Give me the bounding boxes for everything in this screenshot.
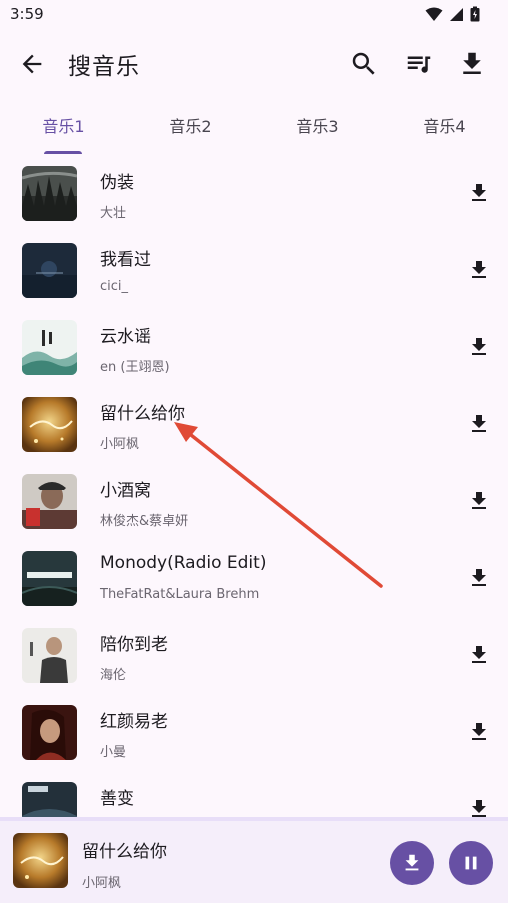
song-artist: 大壮 <box>100 206 127 221</box>
download-icon[interactable] <box>467 797 491 817</box>
list-item[interactable]: 云水谣 en (王翊恩) <box>0 309 508 386</box>
list-item[interactable]: 红颜易老 小曼 <box>0 694 508 771</box>
song-artist: 小曼 <box>100 745 127 760</box>
song-title: 小酒窝 <box>100 481 151 501</box>
song-artist: 小阿枫 <box>100 437 140 452</box>
signal-icon <box>450 7 463 21</box>
tab-music-3[interactable]: 音乐3 <box>254 108 381 154</box>
song-title: Monody(Radio Edit) <box>100 553 267 573</box>
list-item[interactable]: 我看过 cici_ <box>0 232 508 309</box>
song-title: 红颜易老 <box>100 712 168 732</box>
download-icon[interactable] <box>467 335 491 359</box>
page-title: 搜音乐 <box>68 54 140 80</box>
album-cover <box>22 320 77 375</box>
album-cover <box>22 551 77 606</box>
song-title: 留什么给你 <box>100 404 185 424</box>
album-cover <box>22 397 77 452</box>
tab-bar: 音乐1 音乐2 音乐3 音乐4 <box>0 108 508 154</box>
song-title: 我看过 <box>100 250 151 270</box>
song-artist: en (王翊恩) <box>100 360 170 375</box>
pause-icon <box>465 856 477 870</box>
download-icon[interactable] <box>467 181 491 205</box>
tab-music-2[interactable]: 音乐2 <box>127 108 254 154</box>
list-item[interactable]: 伪装 大壮 <box>0 155 508 232</box>
tab-music-4[interactable]: 音乐4 <box>381 108 508 154</box>
player-divider <box>0 817 508 821</box>
song-title: 云水谣 <box>100 327 151 347</box>
player-song-artist: 小阿枫 <box>82 876 122 891</box>
player-song-title: 留什么给你 <box>82 842 167 862</box>
list-item[interactable]: 小酒窝 林俊杰&蔡卓妍 <box>0 463 508 540</box>
song-artist: cici_ <box>100 279 129 294</box>
download-icon <box>405 854 419 871</box>
search-icon[interactable] <box>349 49 379 79</box>
album-cover <box>22 628 77 683</box>
song-title: 伪装 <box>100 173 134 193</box>
album-cover <box>22 243 77 298</box>
status-bar: 3:59 <box>0 0 508 30</box>
battery-icon <box>470 6 480 22</box>
download-icon[interactable] <box>467 720 491 744</box>
list-item[interactable]: 留什么给你 小阿枫 <box>0 386 508 463</box>
list-item[interactable]: Monody(Radio Edit) TheFatRat&Laura Brehm <box>0 540 508 617</box>
album-cover <box>22 474 77 529</box>
song-title: 陪你到老 <box>100 635 168 655</box>
album-cover <box>22 782 77 817</box>
download-icon[interactable] <box>467 566 491 590</box>
queue-music-icon[interactable] <box>404 49 434 79</box>
download-icon[interactable] <box>467 258 491 282</box>
list-item[interactable]: 陪你到老 海伦 <box>0 617 508 694</box>
download-icon[interactable] <box>467 412 491 436</box>
player-download-button[interactable] <box>390 841 434 885</box>
download-icon[interactable] <box>467 643 491 667</box>
download-icon[interactable] <box>457 49 487 79</box>
download-icon[interactable] <box>467 489 491 513</box>
list-item[interactable]: 善变 <box>0 771 508 817</box>
top-app-bar: 搜音乐 <box>0 30 508 98</box>
status-icons <box>425 6 480 22</box>
song-artist: TheFatRat&Laura Brehm <box>100 587 260 602</box>
song-artist: 林俊杰&蔡卓妍 <box>100 514 189 529</box>
mini-player[interactable]: 留什么给你 小阿枫 <box>0 817 508 903</box>
album-cover <box>22 166 77 221</box>
player-album-cover <box>13 833 68 888</box>
pause-button[interactable] <box>449 841 493 885</box>
back-arrow-icon[interactable] <box>18 50 46 78</box>
status-time: 3:59 <box>10 5 44 23</box>
wifi-icon <box>425 7 443 21</box>
tab-music-1[interactable]: 音乐1 <box>0 108 127 154</box>
song-title: 善变 <box>100 789 134 809</box>
song-list[interactable]: 伪装 大壮 我看过 cici_ 云水谣 en (王翊恩) 留什么给你 小阿枫 小… <box>0 155 508 817</box>
album-cover <box>22 705 77 760</box>
tab-indicator <box>44 151 82 154</box>
song-artist: 海伦 <box>100 668 127 683</box>
